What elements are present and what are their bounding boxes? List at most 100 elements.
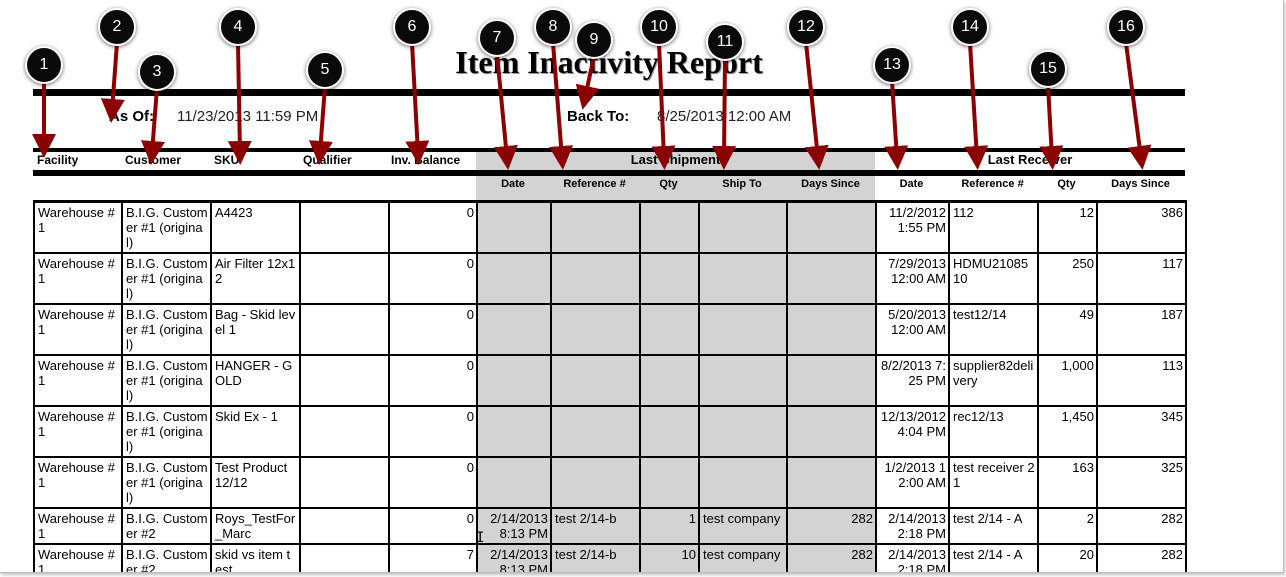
as-of-value: 11/23/2013 11:59 PM — [177, 108, 319, 125]
recv-qty-cell: 1,450 — [1037, 405, 1098, 458]
col-header-facility: Facility — [37, 153, 79, 167]
ship-qty-cell: 10 — [639, 543, 700, 572]
recv-qty-cell: 49 — [1037, 303, 1098, 356]
ship-reference-cell — [550, 200, 641, 254]
table-row: Warehouse #1 B.I.G. Customer #1 (original… — [33, 303, 1187, 356]
callout-badge-9: 9 — [575, 21, 613, 59]
qualifier-cell — [299, 252, 390, 305]
col-header-ship-reference: Reference # — [563, 178, 626, 190]
recv-reference-cell: test receiver 21 — [948, 456, 1039, 509]
recv-date-cell: 1/2/2013 12:00 AM — [875, 456, 950, 509]
recv-date-cell: 2/14/2013 2:18 PM — [875, 543, 950, 572]
ship-to-cell — [698, 354, 788, 407]
ship-days-since-cell: 282 — [786, 543, 877, 572]
recv-days-since-cell: 187 — [1096, 303, 1187, 356]
callout-badge-1: 1 — [25, 46, 63, 84]
qualifier-cell — [299, 354, 390, 407]
recv-qty-cell: 20 — [1037, 543, 1098, 572]
qualifier-cell — [299, 456, 390, 509]
col-header-ship-to: Ship To — [722, 178, 762, 190]
recv-qty-cell: 12 — [1037, 200, 1098, 254]
inv-balance-cell: 0 — [388, 354, 478, 407]
table-row: Warehouse #1 B.I.G. Customer #1 (original… — [33, 456, 1187, 509]
header-rule-bottom — [33, 170, 1185, 176]
customer-cell: B.I.G. Customer #1 (original) — [121, 354, 212, 407]
customer-cell: B.I.G. Customer #2 — [121, 507, 212, 545]
col-header-qualifier: Qualifier — [303, 153, 352, 167]
table-row: Warehouse #1 B.I.G. Customer #1 (original… — [33, 200, 1187, 254]
inactivity-table: Warehouse #1 B.I.G. Customer #1 (original… — [33, 200, 1187, 572]
ship-to-cell: test company — [698, 507, 788, 545]
callout-badge-7: 7 — [478, 19, 516, 57]
facility-cell: Warehouse #1 — [33, 507, 123, 545]
inv-balance-cell: 0 — [388, 507, 478, 545]
ship-date-cell: 2/14/2013 8:13 PM — [476, 507, 552, 545]
recv-days-since-cell: 117 — [1096, 252, 1187, 305]
table-row: Warehouse #1 B.I.G. Customer #2 skid vs it… — [33, 543, 1187, 572]
ship-reference-cell — [550, 303, 641, 356]
recv-date-cell: 2/14/2013 2:18 PM — [875, 507, 950, 545]
col-header-ship-date: Date — [501, 178, 525, 190]
qualifier-cell — [299, 200, 390, 254]
report-page: Item Inactivity Report As Of: 11/23/2013… — [0, 0, 1284, 573]
ship-days-since-cell — [786, 354, 877, 407]
sku-cell: Air Filter 12x12 — [210, 252, 301, 305]
qualifier-cell — [299, 303, 390, 356]
ship-date-cell — [476, 252, 552, 305]
ship-days-since-cell — [786, 252, 877, 305]
ship-days-since-cell: 282 — [786, 507, 877, 545]
ship-days-since-cell — [786, 303, 877, 356]
col-header-recv-qty: Qty — [1057, 178, 1076, 190]
ship-reference-cell — [550, 252, 641, 305]
callout-badge-6: 6 — [393, 8, 431, 46]
facility-cell: Warehouse #1 — [33, 354, 123, 407]
recv-reference-cell: test 2/14 - A — [948, 543, 1039, 572]
ship-qty-cell — [639, 252, 700, 305]
callout-badge-5: 5 — [306, 51, 344, 89]
recv-reference-cell: test 2/14 - A — [948, 507, 1039, 545]
inv-balance-cell: 0 — [388, 303, 478, 356]
ship-qty-cell — [639, 405, 700, 458]
customer-cell: B.I.G. Customer #1 (original) — [121, 303, 212, 356]
recv-date-cell: 7/29/2013 12:00 AM — [875, 252, 950, 305]
ship-reference-cell — [550, 405, 641, 458]
inv-balance-cell: 7 — [388, 543, 478, 572]
ship-date-cell — [476, 200, 552, 254]
recv-qty-cell: 1,000 — [1037, 354, 1098, 407]
customer-cell: B.I.G. Customer #1 (original) — [121, 252, 212, 305]
ship-date-cell — [476, 405, 552, 458]
customer-cell: B.I.G. Customer #1 (original) — [121, 405, 212, 458]
recv-reference-cell: rec12/13 — [948, 405, 1039, 458]
ship-to-cell — [698, 405, 788, 458]
callout-badge-8: 8 — [534, 8, 572, 46]
recv-reference-cell: test12/14 — [948, 303, 1039, 356]
col-header-ship-qty: Qty — [659, 178, 678, 190]
sku-cell: Skid Ex - 1 — [210, 405, 301, 458]
ship-date-cell: 2/14/2013 8:13 PM — [476, 543, 552, 572]
callout-badge-2: 2 — [98, 8, 136, 46]
table-row: Warehouse #1 B.I.G. Customer #1 (original… — [33, 252, 1187, 305]
table-row: Warehouse #1 B.I.G. Customer #1 (original… — [33, 405, 1187, 458]
inv-balance-cell: 0 — [388, 252, 478, 305]
facility-cell: Warehouse #1 — [33, 200, 123, 254]
recv-days-since-cell: 345 — [1096, 405, 1187, 458]
facility-cell: Warehouse #1 — [33, 303, 123, 356]
callout-badge-15: 15 — [1029, 50, 1067, 88]
callout-badge-3: 3 — [138, 53, 176, 91]
recv-days-since-cell: 113 — [1096, 354, 1187, 407]
qualifier-cell — [299, 405, 390, 458]
recv-qty-cell: 163 — [1037, 456, 1098, 509]
callout-badge-4: 4 — [219, 8, 257, 46]
as-of-label: As Of: — [109, 108, 154, 125]
recv-days-since-cell: 325 — [1096, 456, 1187, 509]
ship-date-cell — [476, 354, 552, 407]
ship-qty-cell — [639, 200, 700, 254]
ship-to-cell — [698, 456, 788, 509]
sku-cell: skid vs item test — [210, 543, 301, 572]
ship-reference-cell: test 2/14-b — [550, 507, 641, 545]
recv-date-cell: 8/2/2013 7:25 PM — [875, 354, 950, 407]
callout-badge-16: 16 — [1107, 8, 1145, 46]
callout-badge-12: 12 — [787, 8, 825, 46]
ship-to-cell — [698, 303, 788, 356]
facility-cell: Warehouse #1 — [33, 405, 123, 458]
